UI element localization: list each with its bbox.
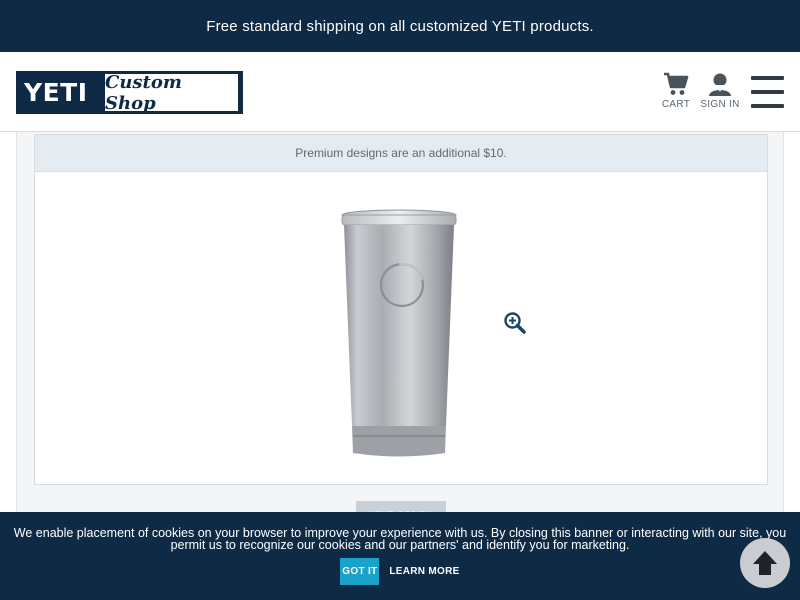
menu-bar-top — [751, 76, 784, 80]
cookie-banner: We enable placement of cookies on your b… — [0, 512, 800, 600]
learn-more-link[interactable]: LEARN MORE — [389, 566, 459, 577]
menu-bar-middle — [751, 90, 784, 94]
product-preview — [34, 171, 768, 485]
yeti-custom-shop-logo[interactable]: YETI Custom Shop — [16, 71, 243, 114]
cart-label: CART — [661, 99, 691, 110]
cookie-actions: GOT IT LEARN MORE — [0, 558, 800, 585]
premium-note-text: Premium designs are an additional $10. — [295, 146, 507, 160]
hamburger-menu-icon[interactable] — [751, 76, 784, 108]
promo-banner: Free standard shipping on all customized… — [0, 0, 800, 52]
tumbler-product-image — [341, 209, 457, 457]
sign-in-button[interactable]: SIGN IN — [698, 72, 742, 110]
promo-text: Free standard shipping on all customized… — [206, 17, 594, 35]
got-it-label: GOT IT — [342, 566, 378, 577]
user-icon — [709, 73, 731, 96]
cart-button[interactable]: CART — [654, 72, 698, 110]
site-header: YETI Custom Shop CART SIGN IN — [0, 52, 800, 132]
sign-in-label: SIGN IN — [700, 99, 740, 110]
cart-icon — [664, 72, 689, 95]
premium-designs-notice: Premium designs are an additional $10. — [34, 134, 768, 172]
cookie-message: We enable placement of cookies on your b… — [13, 526, 787, 552]
menu-bar-bottom — [751, 104, 784, 108]
logo-brand-text: YETI — [24, 78, 88, 107]
logo-script-text: Custom Shop — [105, 72, 238, 114]
design-panel: Premium designs are an additional $10. — [16, 132, 784, 527]
back-to-top-button[interactable] — [740, 538, 790, 588]
arrow-up-icon — [753, 551, 777, 575]
zoom-in-icon[interactable] — [503, 311, 527, 335]
got-it-button[interactable]: GOT IT — [340, 558, 380, 585]
